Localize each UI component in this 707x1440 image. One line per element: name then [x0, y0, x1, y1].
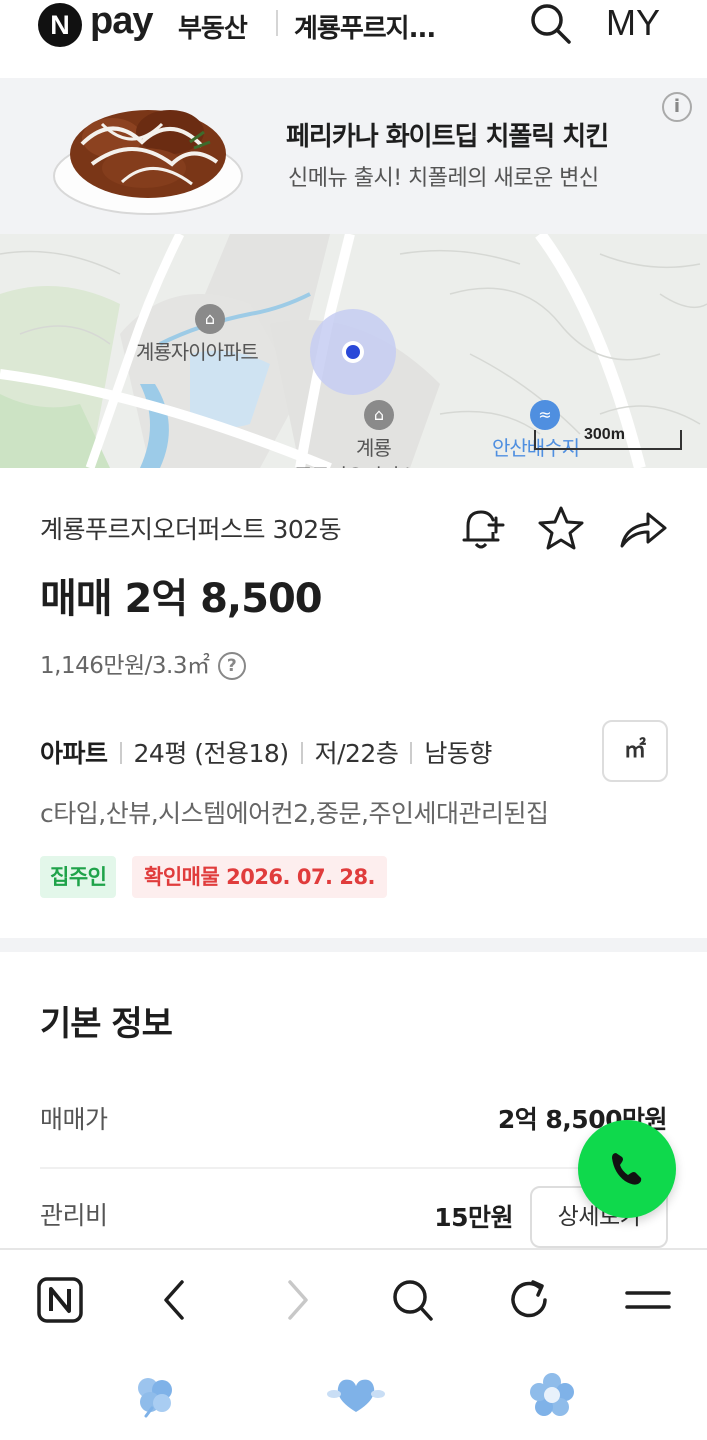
page-title: 계룡푸르지...	[294, 14, 436, 44]
pay-logo[interactable]: pay	[90, 0, 153, 43]
map-label-apt2-cut: 푸르지오더퍼스트	[294, 460, 433, 468]
info-value-maintenance: 15만원	[434, 1203, 513, 1232]
spec-divider	[119, 742, 122, 764]
property-direction: 남동향	[424, 739, 492, 768]
info-label-maintenance: 관리비	[40, 1201, 108, 1230]
spec-divider	[410, 742, 413, 764]
browser-toolbar	[0, 1248, 707, 1440]
flower-icon[interactable]	[528, 1372, 576, 1418]
clover-icon[interactable]	[130, 1372, 178, 1418]
help-icon[interactable]: ?	[217, 652, 246, 680]
naver-logo-icon[interactable]: N	[38, 3, 82, 47]
star-icon[interactable]	[536, 504, 586, 554]
area-unit-toggle-button[interactable]: ㎡	[602, 720, 668, 782]
map-scale-label: 300m	[584, 426, 625, 443]
spec-divider	[300, 742, 303, 764]
back-icon[interactable]	[150, 1274, 202, 1326]
unit-price-value: 1,146만원/3.3㎡	[40, 653, 210, 679]
heart-icon[interactable]	[326, 1372, 386, 1418]
owner-badge: 집주인	[40, 856, 117, 898]
info-label-sale-price: 매매가	[40, 1105, 108, 1134]
property-floor: 저/22층	[314, 739, 399, 768]
app-header: N pay 부동산 계룡푸르지... MY	[0, 0, 707, 78]
service-name[interactable]: 부동산	[178, 8, 248, 45]
map-view[interactable]: ⌂ 계룡자이아파트 ⌂ 계룡 푸르지오더퍼스트 ≈ 안산배수지 300m	[0, 234, 707, 468]
ad-title: 페리카나 화이트딥 치폴릭 치킨	[286, 122, 609, 152]
refresh-icon[interactable]	[504, 1274, 556, 1326]
ad-banner[interactable]: 페리카나 화이트딥 치폴릭 치킨 신메뉴 출시! 치폴레의 새로운 변신 i	[0, 78, 707, 234]
row-divider	[40, 1167, 667, 1169]
phone-icon	[612, 1153, 642, 1185]
verified-badge: 확인매물 2026. 07. 28.	[132, 856, 388, 898]
menu-icon[interactable]	[622, 1274, 674, 1326]
ad-subtitle: 신메뉴 출시! 치폴레의 새로운 변신	[288, 166, 599, 191]
property-type: 아파트	[40, 739, 108, 768]
search-icon[interactable]	[386, 1274, 438, 1326]
forward-icon[interactable]	[270, 1274, 322, 1326]
map-label-apt1[interactable]: 계룡자이아파트	[136, 336, 259, 365]
ad-info-icon[interactable]: i	[662, 92, 692, 122]
spec-row: 아파트 24평 (전용18) 저/22층 남동향	[40, 734, 492, 770]
apartment-poi-icon[interactable]: ⌂	[195, 304, 225, 334]
search-icon[interactable]	[526, 0, 576, 48]
naver-home-icon[interactable]	[34, 1274, 86, 1326]
chicken-image	[52, 94, 244, 216]
call-button[interactable]	[578, 1120, 676, 1218]
unit-price: 1,146만원/3.3㎡?	[40, 646, 246, 680]
bell-plus-icon[interactable]	[456, 504, 506, 554]
share-icon[interactable]	[618, 504, 668, 554]
location-marker-dot	[346, 345, 360, 359]
complex-name: 계룡푸르지오더퍼스트 302동	[40, 515, 342, 544]
apartment-poi-icon[interactable]: ⌂	[364, 400, 394, 430]
header-divider	[276, 10, 278, 36]
property-size: 24평 (전용18)	[133, 739, 290, 768]
reservoir-poi-icon[interactable]: ≈	[530, 400, 560, 430]
map-label-apt2[interactable]: 계룡	[356, 432, 392, 461]
listing-price: 매매 2억 8,500	[40, 576, 323, 622]
section-title: 기본 정보	[40, 1004, 173, 1044]
map-scale-bar: 300m	[534, 426, 682, 450]
my-button[interactable]: MY	[606, 2, 660, 44]
listing-description: c타입,산뷰,시스템에어컨2,중문,주인세대관리된집	[40, 799, 549, 828]
section-divider	[0, 938, 707, 952]
